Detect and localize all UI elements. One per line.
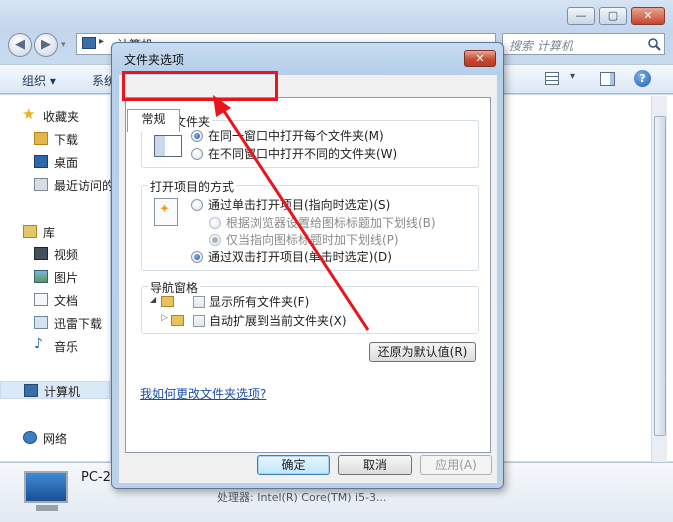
recent-places-icon [34, 178, 48, 191]
click-items-label: 打开项目的方式 [148, 178, 237, 195]
radio-underline-point[interactable] [209, 234, 221, 246]
nav-pictures[interactable]: 图片 [0, 268, 110, 286]
pc-name: PC-2 [81, 470, 111, 485]
pictures-icon [34, 270, 48, 283]
opt-double-click-label[interactable]: 通过双击打开项目(单击时选定)(D) [208, 248, 392, 265]
general-tab-page: 浏览文件夹 在同一窗口中打开每个文件夹(M) 在不同窗口中打开不同的文件夹(W)… [125, 97, 491, 453]
help-icon[interactable]: ? [634, 70, 651, 87]
music-icon: ♪ [34, 336, 43, 352]
nav-libraries[interactable]: 库 [0, 223, 110, 241]
downloads-folder-icon [34, 132, 48, 145]
opt-underline-browser-label[interactable]: 根据浏览器设置给图标标题加下划线(B) [226, 214, 436, 231]
browse-folders-group: 浏览文件夹 在同一窗口中打开每个文件夹(M) 在不同窗口中打开不同的文件夹(W) [141, 113, 479, 168]
preview-pane-icon[interactable] [600, 72, 615, 86]
view-dropdown-icon[interactable]: ▾ [570, 71, 575, 82]
folder-options-dialog: 文件夹选项 ✕ 常规 查看 搜索 浏览文件夹 在同一窗口中打开每个文件夹(M) … [111, 42, 504, 489]
scrollbar-thumb[interactable] [654, 116, 666, 436]
network-icon [23, 431, 37, 444]
tree-expanded-icon: ◢ [150, 295, 157, 304]
library-icon [23, 225, 37, 238]
search-icon[interactable] [648, 38, 661, 51]
thunder-download-icon [34, 316, 48, 329]
sparkle-icon: ✦ [159, 202, 170, 217]
pc-stand-icon [36, 505, 58, 511]
content-pane [500, 95, 673, 461]
navigation-pane: ★ 收藏夹 下载 桌面 最近访问的 库 视频 图片 文档 迅雷下载 ♪ 音乐 计… [0, 95, 114, 461]
folder-icon [161, 296, 174, 307]
processor-info: 处理器: Intel(R) Core(TM) i5-3... [217, 491, 387, 504]
radio-double-click[interactable] [191, 251, 203, 263]
ok-button[interactable]: 确定 [257, 455, 330, 475]
tree-collapsed-icon: ▷ [161, 313, 168, 323]
nav-music[interactable]: ♪ 音乐 [0, 336, 110, 355]
cancel-button[interactable]: 取消 [338, 455, 412, 475]
apply-button[interactable]: 应用(A) [420, 455, 492, 475]
auto-expand-label[interactable]: 自动扩展到当前文件夹(X) [209, 312, 347, 329]
show-all-folders-label[interactable]: 显示所有文件夹(F) [209, 293, 309, 310]
opt-new-window-label[interactable]: 在不同窗口中打开不同的文件夹(W) [208, 145, 397, 162]
nav-documents[interactable]: 文档 [0, 291, 110, 309]
nav-downloads[interactable]: 下载 [0, 130, 110, 148]
tab-highlight-box [122, 71, 278, 101]
nav-videos[interactable]: 视频 [0, 245, 110, 263]
navigation-pane-group: 导航窗格 ◢ 显示所有文件夹(F) ▷ 自动扩展到当前文件夹(X) [141, 279, 479, 334]
tab-general[interactable]: 常规 [127, 109, 180, 132]
nav-recent[interactable]: 最近访问的 [0, 176, 114, 194]
browse-folders-illustration-icon [154, 135, 182, 157]
breadcrumb-arrow-icon: ▸ [99, 36, 105, 47]
radio-underline-browser[interactable] [209, 217, 221, 229]
opt-same-window-label[interactable]: 在同一窗口中打开每个文件夹(M) [208, 127, 384, 144]
documents-icon [34, 293, 48, 306]
view-options-icon[interactable] [545, 72, 559, 85]
restore-defaults-button[interactable]: 还原为默认值(R) [369, 342, 476, 362]
forward-button[interactable]: ▶ [34, 33, 58, 57]
checkbox-show-all-folders[interactable] [193, 296, 205, 308]
back-button[interactable]: ◀ [8, 33, 32, 57]
organize-menu[interactable]: 组织 ▾ [22, 72, 56, 89]
dialog-close-button[interactable]: ✕ [464, 50, 496, 67]
nav-thunder-downloads[interactable]: 迅雷下载 [0, 314, 110, 332]
history-dropdown-icon[interactable]: ▾ [61, 40, 66, 50]
dialog-title: 文件夹选项 [124, 53, 185, 67]
opt-single-click-label[interactable]: 通过单击打开项目(指向时选定)(S) [208, 196, 390, 213]
navigation-pane-label: 导航窗格 [148, 279, 201, 296]
opt-underline-point-label[interactable]: 仅当指向图标标题时加下划线(P) [226, 231, 399, 248]
computer-icon [24, 384, 38, 397]
maximize-button[interactable]: ▢ [599, 7, 627, 25]
search-input[interactable]: 搜索 计算机 [502, 33, 665, 55]
nav-network[interactable]: 网络 [0, 429, 110, 447]
nav-desktop[interactable]: 桌面 [0, 153, 110, 171]
star-icon: ★ [22, 105, 36, 123]
computer-icon [82, 37, 96, 49]
nav-favorites[interactable]: ★ 收藏夹 [0, 105, 110, 125]
pc-monitor-icon [24, 471, 68, 503]
folder-icon [171, 315, 184, 326]
search-placeholder: 搜索 计算机 [509, 39, 573, 53]
desktop-icon [34, 155, 48, 168]
radio-new-window[interactable] [191, 148, 203, 160]
vertical-scrollbar[interactable] [651, 96, 667, 464]
radio-single-click[interactable] [191, 199, 203, 211]
help-link[interactable]: 我如何更改文件夹选项? [140, 385, 266, 402]
minimize-button[interactable]: — [567, 7, 595, 25]
checkbox-auto-expand[interactable] [193, 315, 205, 327]
video-icon [34, 247, 48, 260]
click-items-group: 打开项目的方式 ✦ 通过单击打开项目(指向时选定)(S) 根据浏览器设置给图标标… [141, 178, 479, 271]
nav-computer[interactable]: 计算机 [0, 381, 110, 399]
close-button[interactable]: ✕ [631, 7, 665, 25]
radio-same-window[interactable] [191, 130, 203, 142]
